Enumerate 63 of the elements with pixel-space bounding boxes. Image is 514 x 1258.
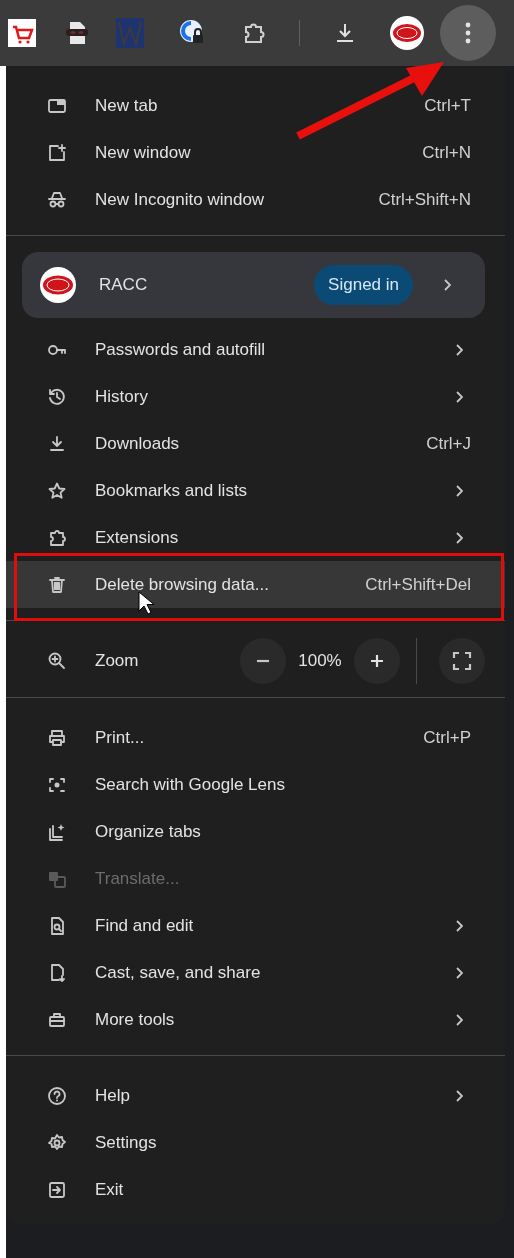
exit-icon bbox=[47, 1179, 67, 1200]
menu-item[interactable]: Settings bbox=[6, 1119, 505, 1166]
shortcut-label: Ctrl+T bbox=[424, 95, 471, 116]
zoom-level: 100% bbox=[297, 651, 343, 671]
chevron-right-icon bbox=[455, 343, 463, 356]
menu-item[interactable]: New window Ctrl+N bbox=[6, 129, 505, 176]
shortcut-label: Ctrl+J bbox=[426, 433, 471, 454]
more-vertical-icon bbox=[465, 22, 471, 44]
menu-item[interactable]: Print... Ctrl+P bbox=[6, 714, 505, 761]
puzzle-icon bbox=[47, 527, 67, 548]
menu-item[interactable]: Exit bbox=[6, 1166, 505, 1213]
download-icon bbox=[47, 433, 67, 454]
chevron-right-icon bbox=[443, 279, 451, 291]
menu-button[interactable] bbox=[440, 5, 496, 61]
menu-item[interactable]: Delete browsing data... Ctrl+Shift+Del bbox=[6, 561, 505, 608]
menu-item[interactable]: Help bbox=[6, 1072, 505, 1119]
shortcut-label: Ctrl+Shift+N bbox=[378, 189, 471, 210]
shortcut-label: Ctrl+Shift+Del bbox=[365, 574, 471, 595]
trash-icon bbox=[47, 574, 67, 595]
incognito-icon bbox=[47, 189, 67, 210]
menu-item[interactable]: Search with Google Lens bbox=[6, 761, 505, 808]
profile-card[interactable]: RACC Signed in bbox=[22, 252, 485, 318]
fullscreen-icon bbox=[452, 651, 472, 671]
menu-item[interactable]: Find and edit bbox=[6, 902, 505, 949]
puzzle-icon bbox=[242, 21, 266, 45]
chevron-right-icon bbox=[455, 484, 463, 497]
zoom-in-button[interactable] bbox=[354, 638, 400, 684]
menu-item[interactable]: More tools bbox=[6, 996, 505, 1043]
new-window-icon bbox=[47, 142, 67, 163]
menu-item[interactable]: Cast, save, and share bbox=[6, 949, 505, 996]
chevron-right-icon bbox=[455, 531, 463, 544]
star-icon bbox=[47, 480, 67, 501]
menu-item[interactable]: History bbox=[6, 373, 505, 420]
menu-item[interactable]: New Incognito window Ctrl+Shift+N bbox=[6, 176, 505, 223]
menu-item[interactable]: Extensions bbox=[6, 514, 505, 561]
menu-item[interactable]: Passwords and autofill bbox=[6, 326, 505, 373]
fullscreen-button[interactable] bbox=[439, 638, 485, 684]
w-logo-icon bbox=[116, 18, 144, 48]
zoom-in-icon bbox=[47, 651, 67, 671]
mask-icon bbox=[64, 20, 90, 46]
menu-item[interactable]: Organize tabs bbox=[6, 808, 505, 855]
chevron-right-icon bbox=[455, 919, 463, 932]
plus-icon bbox=[370, 654, 384, 668]
signed-in-badge: Signed in bbox=[314, 265, 413, 305]
cursor-icon bbox=[138, 591, 154, 615]
menu-item[interactable]: New tab Ctrl+T bbox=[6, 82, 505, 129]
chevron-right-icon bbox=[455, 1013, 463, 1026]
menu-item[interactable]: Downloads Ctrl+J bbox=[6, 420, 505, 467]
chevron-right-icon bbox=[455, 390, 463, 403]
help-icon bbox=[47, 1085, 67, 1106]
zoom-label: Zoom bbox=[95, 651, 140, 671]
avatar-icon bbox=[390, 16, 424, 50]
history-icon bbox=[47, 386, 67, 407]
shortcut-label: Ctrl+N bbox=[422, 142, 471, 163]
chevron-right-icon bbox=[455, 966, 463, 979]
avatar-icon bbox=[40, 267, 76, 303]
cart-icon bbox=[8, 19, 36, 47]
shortcut-label: Ctrl+P bbox=[423, 727, 471, 748]
settings-icon bbox=[47, 1132, 67, 1153]
chevron-right-icon bbox=[455, 1089, 463, 1102]
profile-name: RACC bbox=[99, 275, 149, 295]
menu-item[interactable]: Bookmarks and lists bbox=[6, 467, 505, 514]
printer-icon bbox=[47, 727, 67, 748]
